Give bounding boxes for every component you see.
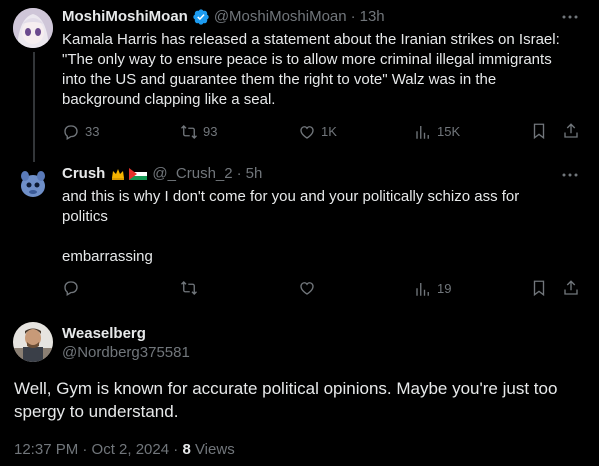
bookmark-icon [533,280,545,297]
views-count: 19 [437,281,452,296]
repost-icon [181,281,197,295]
verified-icon [192,8,210,26]
name-emojis [110,166,148,182]
tweet-text-line: spergy to understand. [14,402,179,421]
author-name[interactable]: Weaselberg [62,324,146,344]
views-count: 15K [437,124,461,139]
tweet-text-line: embarrassing [62,248,153,265]
views-count: 8 [182,441,191,458]
dot-separator: · [173,441,179,458]
avatar-creature-icon [13,164,53,204]
tweet-text-line: Kamala Harris has released a statement a… [62,31,560,48]
tweet-actions: 19 [0,279,599,299]
tweet-text: and this is why I don't come for you and… [62,187,582,267]
dot-separator: · [350,8,356,25]
views-icon [416,126,429,139]
views-label: Views [194,441,235,458]
like-count: 1K [321,124,337,139]
tweet-text: Well, Gym is known for accurate politica… [14,377,586,423]
repost-icon [181,125,197,139]
avatar-photo-icon [13,322,53,362]
avatar[interactable] [13,322,53,362]
thread-line [33,52,35,162]
avatar[interactable] [13,8,53,48]
reply-button[interactable] [62,279,80,297]
tweet-crush[interactable]: Crush @_Crush_2 · 5h and this is why I d… [0,160,599,310]
reply-icon [64,125,78,140]
tweet-text-line: politics [62,208,108,225]
share-button[interactable] [562,122,580,140]
author-handle[interactable]: @Nordberg375581 [62,343,190,363]
tweet-moshimoshimoan[interactable]: MoshiMoshiMoan @MoshiMoshiMoan · 13h Kam… [0,0,599,162]
like-button[interactable] [298,279,316,297]
tweet-time[interactable]: 13h [360,7,385,27]
tweet-text-line: Well, Gym is known for accurate politica… [14,379,558,398]
tweet-header: MoshiMoshiMoan @MoshiMoshiMoan · 13h [62,7,385,27]
views-button[interactable]: 19 [414,279,451,299]
repost-count: 93 [203,124,218,139]
author-name[interactable]: MoshiMoshiMoan [62,7,188,27]
more-icon[interactable] [561,8,579,30]
more-icon[interactable] [561,166,579,188]
author-handle[interactable]: @MoshiMoshiMoan [214,7,347,27]
tweet-text-line: background clapping like a seal. [62,91,276,108]
bookmark-button[interactable] [530,122,548,140]
tweet-text-line: into the US and guarantee them the right… [62,71,497,88]
crown-icon [112,169,125,180]
reply-button[interactable]: 33 [62,122,99,142]
bookmark-icon [533,123,545,140]
author-handle[interactable]: @_Crush_2 [152,164,232,184]
repost-button[interactable] [180,279,198,297]
like-icon [300,282,314,295]
tweet-actions: 33 93 1K 15K [0,122,599,142]
reply-icon [64,281,78,296]
tweet-meta: 12:37 PM · Oct 2, 2024 · 8 Views [14,440,235,460]
bookmark-button[interactable] [530,279,548,297]
tweet-header: Crush @_Crush_2 · 5h [62,164,262,184]
like-button[interactable]: 1K [298,122,337,142]
palestine-flag-icon [129,168,148,180]
tweet-time[interactable]: 5h [246,164,263,184]
share-icon [564,123,578,138]
repost-button[interactable]: 93 [180,122,217,142]
tweet-text-line: "The only way to ensure peace is to allo… [62,51,552,68]
reply-count: 33 [85,124,100,139]
tweet-text: Kamala Harris has released a statement a… [62,30,582,110]
avatar[interactable] [13,164,53,204]
tweet-timestamp[interactable]: 12:37 PM · Oct 2, 2024 [14,441,169,458]
tweet-text-line: and this is why I don't come for you and… [62,188,520,205]
avatar-anime-icon [13,8,53,48]
tweet-text-line [62,227,582,247]
like-icon [300,126,314,139]
share-icon [564,280,578,295]
views-icon [416,283,429,296]
author-name[interactable]: Crush [62,164,105,184]
share-button[interactable] [562,279,580,297]
views-button[interactable]: 15K [414,122,460,142]
dot-separator: · [236,165,242,182]
